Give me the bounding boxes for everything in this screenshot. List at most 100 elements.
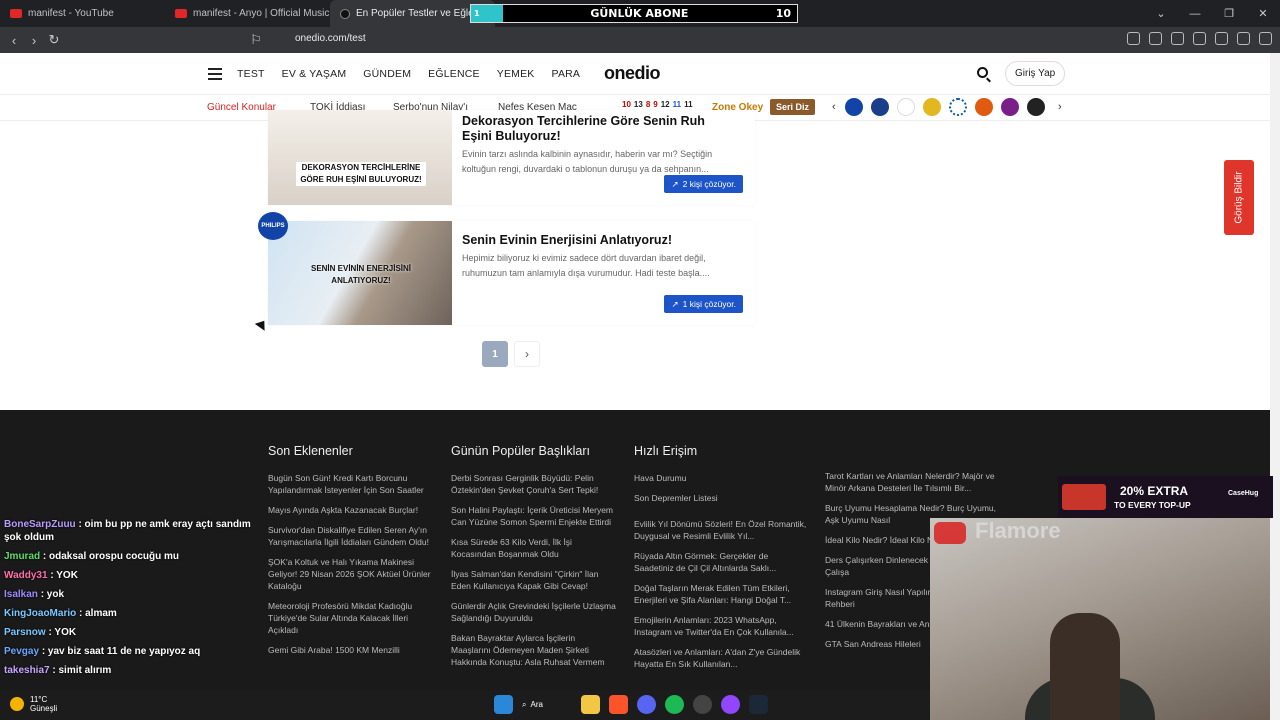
progress-fill: 1 xyxy=(471,5,503,22)
file-explorer-icon[interactable] xyxy=(581,695,600,714)
footer-link[interactable]: Rüyada Altın Görmek: Gerçekler de Saadet… xyxy=(634,550,809,574)
extension-icon[interactable] xyxy=(1149,32,1162,45)
footer-link[interactable]: Günlerdir Açlık Grevindeki İşçilerle Uzl… xyxy=(451,600,616,624)
solvers-badge[interactable]: ↗ 1 kişi çözüyor. xyxy=(664,295,743,313)
footer-link[interactable]: Bakan Bayraktar Aylarca İşçilerin Maaşla… xyxy=(451,632,616,668)
chevron-right-icon[interactable]: › xyxy=(1058,101,1062,113)
search-icon[interactable] xyxy=(977,67,988,78)
chat-user: Pevgay xyxy=(4,646,40,657)
github-icon[interactable] xyxy=(693,695,712,714)
chevron-left-icon[interactable]: ‹ xyxy=(832,101,836,113)
page-scrollbar[interactable] xyxy=(1270,53,1280,720)
footer-link[interactable]: Doğal Taşların Merak Edilen Tüm Etkileri… xyxy=(634,582,809,606)
footer-link[interactable]: Kısa Sürede 63 Kilo Verdi, İlk İşi Kocas… xyxy=(451,536,616,560)
brand-logo[interactable] xyxy=(871,98,889,116)
brand-logo[interactable] xyxy=(1027,98,1045,116)
login-button[interactable]: Giriş Yap xyxy=(1005,61,1066,86)
bookmark-icon[interactable]: ⚐ xyxy=(246,32,266,48)
chat-text: : odaksal orospu cocuğu mu xyxy=(42,551,180,562)
footer-link[interactable]: Derbi Sonrası Gerginlik Büyüdü: Pelin Öz… xyxy=(451,472,616,496)
footer-link[interactable]: Meteoroloji Profesörü Mikdat Kadıoğlu Tü… xyxy=(268,600,433,636)
brand-logo[interactable] xyxy=(845,98,863,116)
test-title[interactable]: Senin Evinin Enerjisini Anlatıyoruz! xyxy=(462,233,672,247)
minimize-icon[interactable]: — xyxy=(1178,0,1212,27)
footer-column: Günün Popüler Başlıkları Derbi Sonrası G… xyxy=(451,444,616,676)
steam-icon[interactable] xyxy=(749,695,768,714)
pagination-current[interactable]: 1 xyxy=(482,341,508,367)
reload-icon[interactable]: ↻ xyxy=(44,32,64,48)
brand-logo[interactable] xyxy=(923,98,941,116)
solvers-badge[interactable]: ↗ 2 kişi çözüyor. xyxy=(664,175,743,193)
forward-icon[interactable]: › xyxy=(24,33,44,48)
browser-tab[interactable]: manifest - Anyo | Official Music Vide xyxy=(165,0,330,27)
weather-widget[interactable]: 11°C Güneşli xyxy=(10,695,57,713)
taskbar-search[interactable]: ⌕ Ara xyxy=(522,695,572,714)
sidebar-icon[interactable] xyxy=(1193,32,1206,45)
spotify-icon[interactable] xyxy=(665,695,684,714)
browser-tab[interactable]: manifest - YouTube xyxy=(0,0,165,27)
chat-message: Parsnow : YOK xyxy=(4,626,254,639)
test-card[interactable]: DEKORASYON TERCİHLERİNE GÖRE RUH EŞİNİ B… xyxy=(268,110,755,205)
nav-item[interactable]: EĞLENCE xyxy=(428,68,480,80)
close-icon[interactable]: ✕ xyxy=(1246,0,1280,27)
site-logo[interactable]: onedio xyxy=(604,63,661,84)
hot-topics-label: Güncel Konular xyxy=(207,102,276,113)
brand-logo[interactable] xyxy=(975,98,993,116)
footer-link[interactable]: Son Depremler Listesi xyxy=(634,492,809,504)
maximize-icon[interactable]: ❐ xyxy=(1212,0,1246,27)
seri-diz-button[interactable]: Seri Diz xyxy=(770,99,816,115)
feedback-label: Görüş Bildir xyxy=(1233,171,1245,224)
footer-link[interactable]: Son Halini Paylaştı: İçerik Üreticisi Me… xyxy=(451,504,616,528)
test-description: Evinin tarzı aslında kalbinin aynasıdır,… xyxy=(462,149,713,174)
webcam-overlay: Flamore xyxy=(930,518,1270,720)
brand-logo[interactable] xyxy=(949,98,967,116)
thumbnail-caption: DEKORASYON TERCİHLERİNE GÖRE RUH EŞİNİ B… xyxy=(296,162,426,186)
footer-link[interactable]: Mayıs Ayında Aşkta Kazanacak Burçlar! xyxy=(268,504,433,516)
pagination-next[interactable]: › xyxy=(514,341,540,367)
footer-link[interactable]: Hava Durumu xyxy=(634,472,809,484)
num-badge: 12 xyxy=(660,100,670,109)
nav-item[interactable]: PARA xyxy=(552,68,581,80)
menu-icon[interactable] xyxy=(1259,32,1272,45)
nav-item[interactable]: EV & YAŞAM xyxy=(282,68,347,80)
footer-link[interactable]: Gemi Gibi Araba! 1500 KM Menzilli xyxy=(268,644,433,656)
nav-item[interactable]: TEST xyxy=(237,68,265,80)
music-icon[interactable] xyxy=(1171,32,1184,45)
url-field[interactable]: onedio.com/test xyxy=(295,33,366,44)
footer-link[interactable]: Tarot Kartları ve Anlamları Nelerdir? Ma… xyxy=(825,470,1005,494)
footer-link[interactable]: Emojilerin Anlamları: 2023 WhatsApp, Ins… xyxy=(634,614,809,638)
test-title[interactable]: Dekorasyon Tercihlerine Göre Senin Ruh E… xyxy=(462,114,732,144)
solvers-count: 2 kişi çözüyor. xyxy=(682,179,736,189)
windows-taskbar: 11°C Güneşli ⌕ Ara xyxy=(0,690,930,720)
youtube-icon xyxy=(175,9,187,18)
extension-icon[interactable] xyxy=(1127,32,1140,45)
footer-link[interactable]: Bugün Son Gün! Kredi Kartı Borcunu Yapıl… xyxy=(268,472,433,496)
okey-number-badges[interactable]: 10 13 8 9 12 11 11 xyxy=(622,100,693,109)
channel-watermark: Flamore xyxy=(975,518,1061,543)
chevron-down-icon[interactable]: ⌄ xyxy=(1144,0,1178,27)
daily-subscriber-widget: 1 GÜNLÜK ABONE 10 xyxy=(470,4,798,23)
footer-link[interactable]: Atasözleri ve Anlamları: A'dan Z'ye Günd… xyxy=(634,646,809,670)
discord-icon[interactable] xyxy=(637,695,656,714)
brave-browser-icon[interactable] xyxy=(609,695,628,714)
chat-text: : yok xyxy=(40,589,65,600)
thumbnail-caption: SENİN EVİNİN ENERJİSİNİ ANLATIYORUZ! xyxy=(310,264,412,285)
footer-link[interactable]: Evlilik Yıl Dönümü Sözleri! En Özel Roma… xyxy=(634,518,809,542)
brand-logo[interactable] xyxy=(1001,98,1019,116)
feedback-button[interactable]: Görüş Bildir xyxy=(1224,160,1254,235)
windows-start-icon[interactable] xyxy=(494,695,513,714)
taskbar-icons: ⌕ Ara xyxy=(494,695,768,714)
nav-item[interactable]: GÜNDEM xyxy=(363,68,411,80)
footer-link[interactable]: Survivor'dan Diskalifiye Edilen Seren Ay… xyxy=(268,524,433,548)
chat-message: KingJoaoMario : almam xyxy=(4,607,254,620)
brand-logo[interactable] xyxy=(897,98,915,116)
test-card[interactable]: SENİN EVİNİN ENERJİSİNİ ANLATIYORUZ! Sen… xyxy=(268,221,755,325)
nav-item[interactable]: YEMEK xyxy=(497,68,535,80)
footer-link[interactable]: ŞOK'a Koltuk ve Halı Yıkama Makinesi Gel… xyxy=(268,556,433,592)
twitch-icon[interactable] xyxy=(721,695,740,714)
back-icon[interactable]: ‹ xyxy=(4,33,24,48)
wallet-icon[interactable] xyxy=(1215,32,1228,45)
hamburger-menu-icon[interactable] xyxy=(208,68,222,83)
footer-link[interactable]: İlyas Salman'dan Kendisini "Çirkin" İlan… xyxy=(451,568,616,592)
shield-icon[interactable] xyxy=(1237,32,1250,45)
